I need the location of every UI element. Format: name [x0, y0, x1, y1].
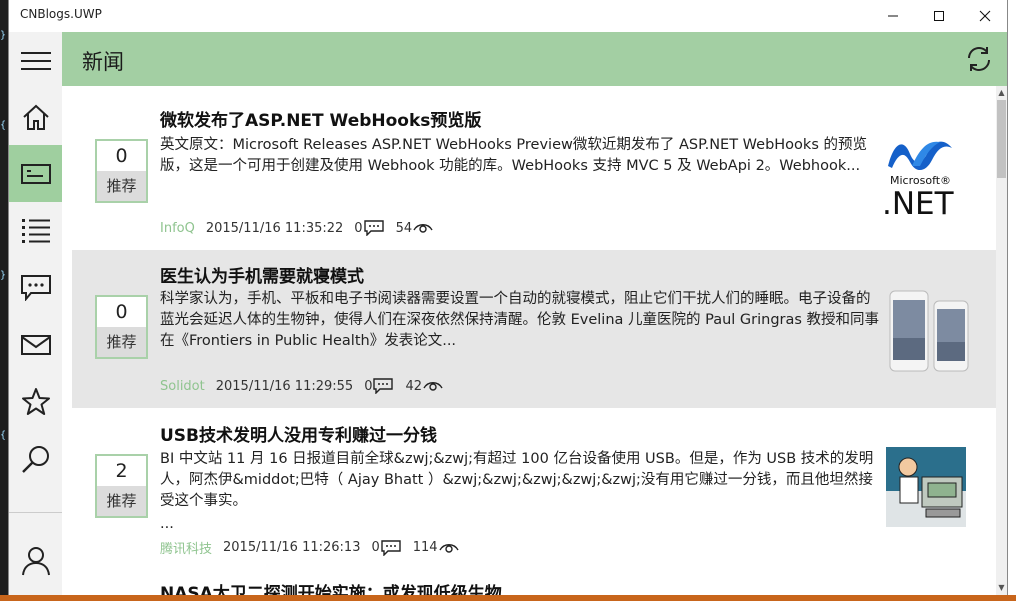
sidebar-item-news[interactable]: [9, 145, 62, 202]
vertical-scrollbar[interactable]: ▲ ▼: [996, 86, 1007, 595]
background-editor-strip: }{}{: [0, 0, 8, 601]
title-bar: CNBlogs.UWP: [9, 0, 1007, 32]
refresh-icon: [968, 47, 990, 71]
app-window: CNBlogs.UWP 新闻 微软发布了ASP.NET WebHooks预览版 …: [8, 0, 1008, 595]
news-summary-more: ...: [160, 516, 174, 532]
minimize-button[interactable]: [870, 0, 916, 32]
vote-box[interactable]: 2 推荐: [95, 454, 148, 518]
news-thumbnail: [889, 290, 969, 374]
vote-box[interactable]: 0 推荐: [95, 295, 148, 359]
eye-icon: [438, 543, 459, 553]
hamburger-menu-button[interactable]: [9, 32, 62, 89]
sidebar-item-search[interactable]: [9, 430, 62, 487]
recommend-button[interactable]: 推荐: [97, 327, 146, 357]
taskbar-edge: [0, 595, 1016, 601]
news-meta: 腾讯科技 2015/11/16 11:26:13 0 114: [160, 538, 463, 557]
recommend-button[interactable]: 推荐: [97, 171, 146, 201]
comment-count-icon: [363, 220, 384, 236]
maximize-icon: [934, 11, 944, 21]
comment-count-icon: [381, 539, 401, 556]
page-header: 新闻: [62, 32, 1007, 86]
user-icon: [21, 546, 50, 575]
maximize-button[interactable]: [916, 0, 962, 32]
news-item[interactable]: 微软发布了ASP.NET WebHooks预览版 0 推荐 英文原文：Micro…: [72, 86, 996, 248]
news-thumbnail: [886, 447, 966, 527]
news-date: 2015/11/16 11:26:13: [223, 540, 361, 555]
sidebar-item-list[interactable]: [9, 202, 62, 259]
news-item[interactable]: USB技术发明人没用专利赚过一分钱 2 推荐 BI 中文站 11 月 16 日报…: [72, 408, 996, 566]
news-title[interactable]: NASA太卫二探测开始实施：或发现低级生物: [160, 579, 502, 595]
news-date: 2015/11/16 11:35:22: [205, 220, 344, 236]
sidebar-item-home[interactable]: [9, 88, 62, 145]
sidebar-item-account[interactable]: [9, 532, 62, 589]
view-count: 54: [395, 220, 413, 236]
list-icon: [21, 218, 50, 243]
recommend-button[interactable]: 推荐: [97, 486, 146, 516]
sidebar-item-favorites[interactable]: [9, 373, 62, 430]
news-source[interactable]: Solidot: [160, 379, 205, 394]
news-source[interactable]: 腾讯科技: [160, 538, 212, 557]
comment-count: 0: [364, 378, 373, 394]
scroll-down-arrow[interactable]: ▼: [996, 582, 1007, 593]
comment-count: 0: [354, 220, 363, 236]
mail-icon: [20, 334, 51, 355]
close-icon: [979, 10, 991, 22]
news-title[interactable]: USB技术发明人没用专利赚过一分钱: [160, 421, 437, 446]
news-summary: 科学家认为，手机、平板和电子书阅读器需要设置一个自动的就寝模式，阻止它们干扰人们…: [160, 291, 880, 349]
news-date: 2015/11/16 11:29:55: [215, 378, 354, 394]
comment-count-icon: [373, 378, 394, 394]
news-title[interactable]: 医生认为手机需要就寝模式: [160, 262, 364, 287]
news-summary: 英文原文：Microsoft Releases ASP.NET WebHooks…: [160, 137, 867, 174]
home-icon: [22, 104, 49, 130]
comment-count: 0: [371, 540, 380, 555]
vote-count: 0: [115, 301, 128, 323]
eye-icon: [423, 382, 443, 391]
minimize-icon: [888, 15, 898, 17]
news-item[interactable]: NASA太卫二探测开始实施：或发现低级生物: [72, 566, 996, 595]
news-list[interactable]: 微软发布了ASP.NET WebHooks预览版 0 推荐 英文原文：Micro…: [62, 86, 996, 595]
news-thumbnail: Microsoft® .NET: [882, 132, 962, 222]
close-button[interactable]: [962, 0, 1008, 32]
phones-image: [889, 290, 969, 372]
star-icon: [21, 387, 50, 415]
news-summary: BI 中文站 11 月 16 日报道目前全球&zwj;&zwj;有超过 100 …: [160, 451, 874, 509]
eye-icon: [413, 224, 433, 233]
vote-box[interactable]: 0 推荐: [95, 139, 148, 203]
sidebar: [9, 32, 62, 595]
view-count: 114: [412, 540, 438, 555]
comment-icon: [20, 274, 51, 301]
dotnet-logo: Microsoft® .NET: [882, 141, 955, 222]
vote-count: 2: [115, 460, 128, 482]
vote-count: 0: [115, 145, 128, 167]
svg-text:.NET: .NET: [882, 186, 955, 218]
page-title: 新闻: [82, 50, 124, 74]
news-icon: [20, 163, 51, 184]
news-title[interactable]: 微软发布了ASP.NET WebHooks预览版: [160, 106, 481, 131]
scroll-thumb[interactable]: [997, 100, 1006, 178]
sidebar-item-mail[interactable]: [9, 316, 62, 373]
sidebar-divider: [9, 512, 62, 513]
refresh-button[interactable]: [965, 45, 993, 77]
sidebar-item-comments[interactable]: [9, 259, 62, 316]
window-title: CNBlogs.UWP: [20, 7, 102, 21]
news-meta: Solidot 2015/11/16 11:29:55 0 42: [160, 378, 447, 394]
news-source[interactable]: InfoQ: [160, 221, 195, 236]
news-item[interactable]: 医生认为手机需要就寝模式 0 推荐 科学家认为，手机、平板和电子书阅读器需要设置…: [72, 250, 996, 408]
search-icon: [21, 445, 49, 473]
view-count: 42: [405, 378, 423, 394]
menu-icon: [20, 51, 51, 70]
scroll-up-arrow[interactable]: ▲: [996, 87, 1007, 98]
news-meta: InfoQ 2015/11/16 11:35:22 0 54: [160, 220, 437, 236]
inventor-cartoon-image: [886, 447, 966, 527]
